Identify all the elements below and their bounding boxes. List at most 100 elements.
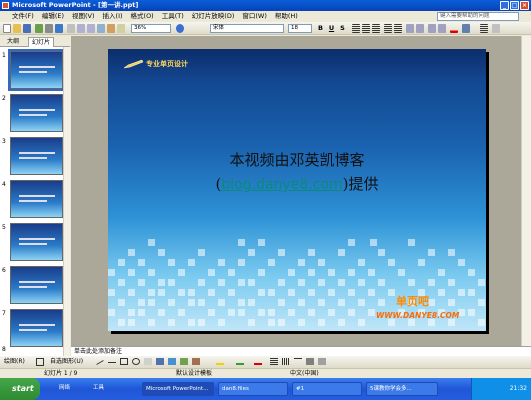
line-icon[interactable] bbox=[96, 360, 104, 365]
start-label: start bbox=[12, 384, 34, 393]
increase-indent-icon[interactable] bbox=[438, 24, 446, 33]
autoshapes-menu[interactable]: 自选图形(U) bbox=[50, 356, 83, 368]
taskbar-tools-toolbar[interactable]: 工具 bbox=[90, 382, 120, 396]
menu-format[interactable]: 格式(O) bbox=[127, 11, 158, 22]
arrow-style-icon[interactable] bbox=[294, 358, 302, 365]
start-button[interactable]: start bbox=[0, 378, 40, 400]
slide-thumbnail[interactable] bbox=[10, 266, 63, 304]
taskbar-item-1[interactable]: #1 bbox=[292, 382, 362, 396]
maximize-button[interactable]: □ bbox=[510, 1, 519, 10]
wordart-icon[interactable] bbox=[156, 358, 164, 365]
pixel-square bbox=[268, 319, 275, 326]
rectangle-icon[interactable] bbox=[120, 358, 128, 365]
slide-thumbnail[interactable] bbox=[10, 223, 63, 261]
grid-icon[interactable] bbox=[117, 24, 125, 33]
pixel-square bbox=[368, 269, 375, 276]
clipart-icon[interactable] bbox=[180, 358, 188, 365]
line-style-icon[interactable] bbox=[270, 358, 278, 365]
toolbar-options-icon[interactable] bbox=[492, 24, 500, 33]
textbox-icon[interactable] bbox=[144, 358, 152, 365]
oval-icon[interactable] bbox=[132, 358, 140, 365]
pixel-square bbox=[128, 319, 135, 326]
select-objects-icon[interactable] bbox=[36, 358, 44, 366]
align-left-icon[interactable] bbox=[352, 24, 360, 33]
taskbar-network-toolbar[interactable]: 网络 bbox=[56, 382, 84, 396]
new-icon[interactable] bbox=[3, 24, 11, 33]
pixel-square bbox=[438, 269, 445, 276]
slide-text-line-1[interactable]: 本视频由邓英凯博客 bbox=[108, 149, 486, 170]
menu-insert[interactable]: 插入(I) bbox=[99, 11, 127, 22]
menu-view[interactable]: 视图(V) bbox=[68, 11, 99, 22]
diagram-icon[interactable] bbox=[168, 358, 176, 365]
taskbar-dan8-files[interactable]: dan8.files bbox=[218, 382, 288, 396]
pixel-square bbox=[258, 239, 265, 246]
numbering-icon[interactable] bbox=[384, 24, 392, 33]
decrease-font-icon[interactable] bbox=[416, 24, 424, 33]
minimize-button[interactable]: _ bbox=[500, 1, 509, 10]
arrow-icon[interactable] bbox=[108, 362, 116, 363]
pixel-square bbox=[258, 289, 265, 296]
table-icon[interactable] bbox=[107, 24, 115, 33]
open-icon[interactable] bbox=[13, 24, 21, 33]
cut-icon[interactable] bbox=[67, 24, 75, 33]
menu-slideshow[interactable]: 幻灯片放映(D) bbox=[188, 11, 239, 22]
font-color-icon[interactable] bbox=[450, 24, 458, 33]
menu-window[interactable]: 窗口(W) bbox=[238, 11, 271, 22]
spelling-icon[interactable] bbox=[55, 24, 63, 33]
menu-file[interactable]: 文件(F) bbox=[8, 11, 38, 22]
font-size-select[interactable]: 18 bbox=[288, 24, 312, 33]
fill-color-icon[interactable] bbox=[216, 358, 224, 365]
bold-button[interactable]: B bbox=[316, 24, 325, 33]
slide-canvas[interactable]: 专业单页设计 本视频由邓英凯博客 (blog.danye8.com)提供 单页吧… bbox=[108, 49, 486, 331]
pixel-square bbox=[408, 319, 415, 326]
new-slide-icon[interactable] bbox=[480, 24, 488, 33]
permission-icon[interactable] bbox=[35, 24, 43, 33]
taskbar-powerpoint[interactable]: Microsoft PowerPoint... bbox=[142, 382, 214, 396]
dash-style-icon[interactable] bbox=[282, 358, 290, 365]
menu-tools[interactable]: 工具(T) bbox=[158, 11, 188, 22]
close-button[interactable]: × bbox=[520, 1, 529, 10]
clock: 21:32 bbox=[509, 385, 527, 392]
print-icon[interactable] bbox=[45, 24, 53, 33]
help-icon[interactable] bbox=[176, 24, 184, 33]
shadow-style-icon[interactable] bbox=[306, 358, 314, 365]
3d-style-icon[interactable] bbox=[318, 358, 326, 365]
blog-url-link[interactable]: blog.danye8.com bbox=[221, 177, 342, 193]
pixel-square bbox=[278, 249, 285, 256]
bullets-icon[interactable] bbox=[394, 24, 402, 33]
notes-pane[interactable]: 单击此处添加备注 bbox=[71, 346, 531, 356]
design-icon[interactable] bbox=[462, 24, 470, 33]
redo-icon[interactable] bbox=[87, 24, 95, 33]
chart-icon[interactable] bbox=[97, 24, 105, 33]
status-bar: 幻灯片 1 / 9 默认设计模板 中文(中国) bbox=[0, 368, 531, 378]
decrease-indent-icon[interactable] bbox=[428, 24, 436, 33]
editor-scrollbar[interactable] bbox=[521, 36, 531, 346]
slide-thumbnail[interactable] bbox=[10, 309, 63, 347]
shadow-button[interactable]: S bbox=[338, 24, 347, 33]
menu-help[interactable]: 帮助(H) bbox=[271, 11, 302, 22]
pixel-square bbox=[188, 319, 195, 326]
slide-thumbnail[interactable] bbox=[10, 94, 63, 132]
slides-pane-scrollbar[interactable] bbox=[63, 47, 70, 356]
draw-menu[interactable]: 绘图(R) bbox=[4, 356, 25, 368]
align-right-icon[interactable] bbox=[372, 24, 380, 33]
taskbar-video[interactable]: 5课教你学会多... bbox=[366, 382, 438, 396]
tab-outline[interactable]: 大纲 bbox=[4, 37, 22, 47]
slide-thumbnail[interactable] bbox=[10, 137, 63, 175]
align-center-icon[interactable] bbox=[362, 24, 370, 33]
text-color-icon[interactable] bbox=[254, 358, 262, 365]
save-icon[interactable] bbox=[23, 24, 31, 33]
increase-font-icon[interactable] bbox=[406, 24, 414, 33]
menu-edit[interactable]: 编辑(E) bbox=[38, 11, 68, 22]
slide-text-line-2[interactable]: (blog.danye8.com)提供 bbox=[108, 173, 486, 194]
picture-icon[interactable] bbox=[192, 358, 200, 365]
tab-slides[interactable]: 幻灯片 bbox=[28, 37, 55, 47]
undo-icon[interactable] bbox=[77, 24, 85, 33]
line-color-icon[interactable] bbox=[236, 358, 244, 365]
underline-button[interactable]: U bbox=[327, 24, 336, 33]
slide-thumbnail[interactable] bbox=[10, 180, 63, 218]
slide-thumbnail[interactable] bbox=[8, 49, 65, 91]
help-search-input[interactable]: 键入需要帮助的问题 bbox=[437, 12, 519, 21]
font-select[interactable]: 宋体 bbox=[210, 24, 284, 33]
zoom-select[interactable]: 36% bbox=[131, 24, 171, 33]
